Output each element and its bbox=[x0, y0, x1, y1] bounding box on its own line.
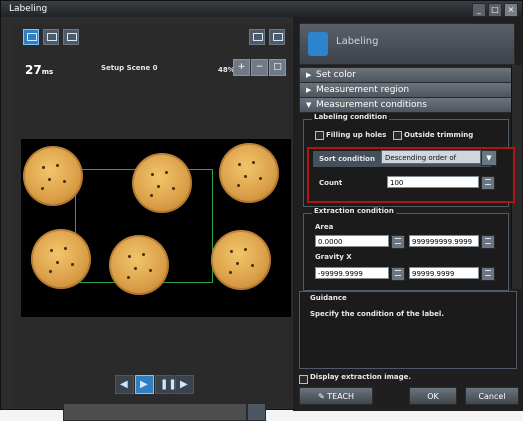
group-title: Labeling condition bbox=[312, 113, 390, 121]
grid-icon[interactable] bbox=[249, 29, 265, 45]
guidance-box: Guidance Specify the condition of the la… bbox=[299, 291, 517, 369]
fit-view-icon[interactable]: □ bbox=[269, 59, 286, 76]
cancel-button[interactable]: Cancel bbox=[465, 387, 519, 405]
table-icon[interactable] bbox=[269, 29, 285, 45]
gravity-x-min-input[interactable]: -99999.9999 bbox=[315, 267, 389, 279]
pause-icon[interactable]: ❚❚ bbox=[155, 375, 177, 394]
image-slider[interactable] bbox=[63, 403, 247, 421]
area-max-spinner[interactable] bbox=[481, 235, 495, 249]
display-mode-icon[interactable] bbox=[23, 29, 39, 45]
guidance-title: Guidance bbox=[310, 294, 347, 302]
cracker-object-2 bbox=[132, 153, 192, 213]
section-measurement-region[interactable]: ▶ Measurement region bbox=[299, 82, 513, 98]
processing-time: 27ms bbox=[25, 63, 53, 77]
processing-time-unit: ms bbox=[41, 68, 54, 76]
panel-header: Labeling bbox=[299, 23, 515, 65]
section-label: Measurement conditions bbox=[316, 100, 427, 110]
cracker-object-3 bbox=[219, 143, 279, 203]
minimize-button[interactable]: _ bbox=[472, 3, 486, 17]
teach-button[interactable]: ✎ TEACH bbox=[299, 387, 373, 405]
window-title: Labeling bbox=[9, 4, 48, 14]
outside-trimming-checkbox[interactable] bbox=[393, 131, 402, 140]
play-icon[interactable]: ▶ bbox=[135, 375, 154, 394]
title-bar: Labeling _ □ × bbox=[1, 1, 522, 17]
gravity-x-max-input[interactable]: 99999.9999 bbox=[409, 267, 479, 279]
scene-name: Setup Scene 0 bbox=[101, 64, 158, 72]
collapse-arrow-icon: ▼ bbox=[306, 101, 312, 109]
gravity-x-label: Gravity X bbox=[315, 253, 352, 261]
labeling-window: Labeling _ □ × 27ms Setup Scene 0 48% + … bbox=[0, 0, 523, 421]
cracker-object-6 bbox=[211, 230, 271, 290]
close-button[interactable]: × bbox=[504, 3, 518, 17]
filling-up-holes-label: Filling up holes bbox=[326, 131, 387, 139]
area-max-input[interactable]: 999999999.9999 bbox=[409, 235, 479, 247]
teach-label: TEACH bbox=[327, 392, 355, 401]
outside-trimming-label: Outside trimming bbox=[404, 131, 474, 139]
next-frame-icon[interactable]: ▶ bbox=[175, 375, 194, 394]
maximize-button[interactable]: □ bbox=[488, 3, 502, 17]
count-label: Count bbox=[319, 179, 343, 187]
count-input[interactable]: 100 bbox=[387, 176, 479, 188]
section-label: Set color bbox=[316, 70, 356, 80]
area-label: Area bbox=[315, 223, 334, 231]
area-min-input[interactable]: 0.0000 bbox=[315, 235, 389, 247]
zoom-out-icon[interactable]: − bbox=[251, 59, 268, 76]
guidance-text: Specify the condition of the label. bbox=[310, 310, 444, 318]
display-extraction-checkbox[interactable] bbox=[299, 375, 308, 384]
expand-arrow-icon: ▶ bbox=[306, 86, 312, 94]
gravity-x-max-spinner[interactable] bbox=[481, 267, 495, 281]
sort-condition-label: Sort condition bbox=[319, 155, 375, 163]
panel-title: Labeling bbox=[336, 36, 379, 47]
cracker-object-1 bbox=[23, 146, 83, 206]
zoom-in-icon[interactable]: + bbox=[233, 59, 250, 76]
image-slider-button[interactable] bbox=[247, 403, 266, 421]
display-extraction-label: Display extraction image. bbox=[310, 373, 412, 381]
section-measurement-conditions[interactable]: ▼ Measurement conditions bbox=[299, 97, 513, 113]
section-set-color[interactable]: ▶ Set color bbox=[299, 67, 513, 83]
ok-button[interactable]: OK bbox=[409, 387, 457, 405]
count-spinner[interactable] bbox=[481, 176, 495, 190]
processing-time-value: 27 bbox=[25, 63, 42, 77]
teach-icon: ✎ bbox=[317, 392, 325, 401]
cracker-object-5 bbox=[109, 235, 169, 295]
folder-icon[interactable] bbox=[63, 29, 79, 45]
labeling-icon bbox=[308, 32, 328, 56]
sort-condition-select[interactable]: Descending order of bbox=[381, 150, 481, 164]
cracker-object-4 bbox=[31, 229, 91, 289]
area-min-spinner[interactable] bbox=[391, 235, 405, 249]
image-mode-icon[interactable] bbox=[43, 29, 59, 45]
previous-frame-icon[interactable]: ◀ bbox=[115, 375, 134, 394]
window-controls: _ □ × bbox=[472, 3, 518, 17]
group-title: Extraction condition bbox=[312, 207, 396, 215]
sort-dropdown-arrow-icon[interactable]: ▼ bbox=[481, 150, 497, 166]
filling-up-holes-checkbox[interactable] bbox=[315, 131, 324, 140]
gravity-x-min-spinner[interactable] bbox=[391, 267, 405, 281]
expand-arrow-icon: ▶ bbox=[306, 71, 312, 79]
section-label: Measurement region bbox=[316, 85, 410, 95]
